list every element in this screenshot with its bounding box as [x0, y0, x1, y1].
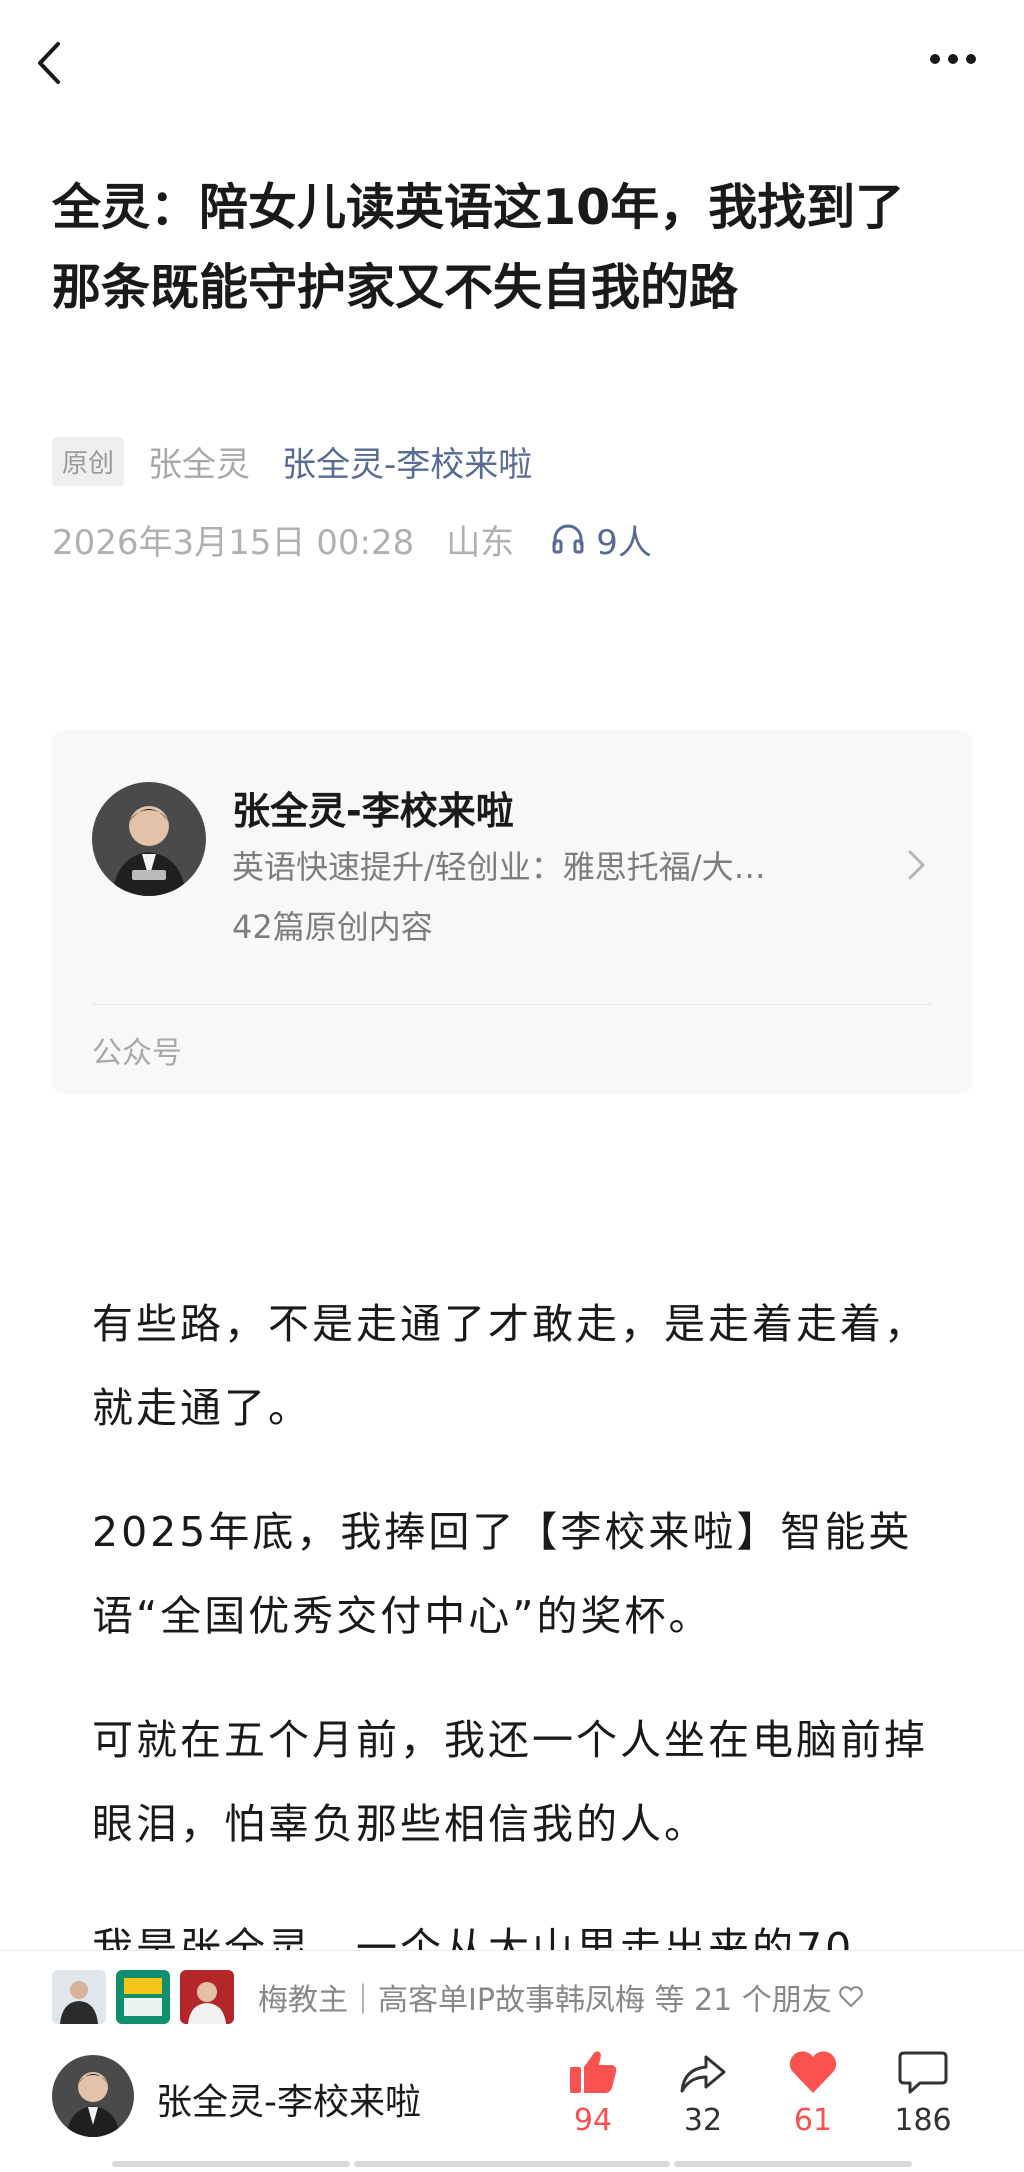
friends-liked-text: 梅教主｜高客单IP故事韩凤梅 等 21 个朋友: [258, 1975, 864, 2019]
scroll-indicator: [354, 2161, 670, 2167]
comment-count: 186: [894, 2103, 952, 2138]
body-paragraph: 可就在五个月前，我还一个人坐在电脑前掉眼泪，怕辜负那些相信我的人。: [92, 1716, 928, 1848]
article-title: 全灵：陪女儿读英语这10年，我找到了那条既能守护家又不失自我的路: [52, 179, 905, 316]
article-meta-date: 2026年3月15日 00:28 山东 9人: [52, 514, 652, 564]
friend-avatar: [52, 1970, 106, 2024]
article-meta-author: 原创 张全灵 张全灵-李校来啦: [52, 436, 532, 486]
friends-liked-label: 梅教主｜高客单IP故事韩凤梅 等 21 个朋友: [258, 1983, 832, 2018]
like-button[interactable]: 94: [548, 2047, 638, 2138]
share-arrow-icon: [680, 2055, 726, 2093]
share-count: 32: [683, 2103, 723, 2138]
favorite-count: 61: [793, 2103, 833, 2138]
like-count: 94: [573, 2103, 613, 2138]
original-badge: 原创: [52, 436, 125, 486]
publish-region: 山东: [446, 522, 515, 563]
comment-button[interactable]: 186: [878, 2047, 968, 2138]
friend-avatar: [116, 1970, 170, 2024]
headphones-icon: [552, 524, 584, 554]
friend-avatar: [180, 1970, 234, 2024]
account-card-description: 英语快速提升/轻创业：雅思托福/大…: [232, 848, 766, 886]
account-card[interactable]: 张全灵-李校来啦 英语快速提升/轻创业：雅思托福/大… 42篇原创内容 公众号: [52, 730, 972, 1094]
account-card-article-count: 42篇原创内容: [232, 908, 433, 946]
account-card-name: 张全灵-李校来啦: [232, 789, 514, 833]
comment-bubble-icon: [898, 2051, 948, 2094]
bottom-account-name[interactable]: 张全灵-李校来啦: [156, 2073, 421, 2125]
account-link[interactable]: 张全灵-李校来啦: [282, 437, 532, 486]
author-avatar[interactable]: [52, 2055, 134, 2137]
account-avatar: [92, 782, 206, 896]
top-nav-bar: [0, 0, 1024, 130]
account-card-type: 公众号: [92, 1036, 182, 1071]
friends-liked-row[interactable]: 梅教主｜高客单IP故事韩凤梅 等 21 个朋友: [52, 1967, 864, 2027]
listen-button[interactable]: 9人: [550, 515, 652, 564]
more-dots-icon: [930, 54, 976, 64]
heart-icon: [789, 2051, 837, 2093]
thumbs-up-icon: [570, 2051, 617, 2093]
bottom-action-bar: 梅教主｜高客单IP故事韩凤梅 等 21 个朋友 张全灵-李校来啦 94 32 6…: [0, 1950, 1024, 2172]
article-body: 有些路，不是走通了才敢走，是走着走着，就走通了。 2025年底，我捧回了【李校来…: [92, 1282, 932, 2030]
share-button[interactable]: 32: [658, 2047, 748, 2138]
scroll-indicator: [112, 2161, 350, 2167]
listen-count: 9人: [596, 522, 652, 563]
card-divider: [92, 1004, 932, 1005]
scroll-indicator: [674, 2161, 912, 2167]
author-name: 张全灵: [148, 444, 251, 485]
body-paragraph: 2025年底，我捧回了【李校来啦】智能英语“全国优秀交付中心”的奖杯。: [92, 1508, 913, 1640]
back-button[interactable]: [30, 38, 74, 88]
favorite-button[interactable]: 61: [768, 2047, 858, 2138]
more-options-button[interactable]: [925, 44, 985, 74]
chevron-right-icon: [908, 850, 925, 880]
body-paragraph: 有些路，不是走通了才敢走，是走着走着，就走通了。: [92, 1300, 928, 1432]
publish-date: 2026年3月15日 00:28: [52, 522, 415, 563]
chevron-left-icon: [38, 42, 60, 84]
heart-outline-icon: [838, 1986, 863, 2008]
